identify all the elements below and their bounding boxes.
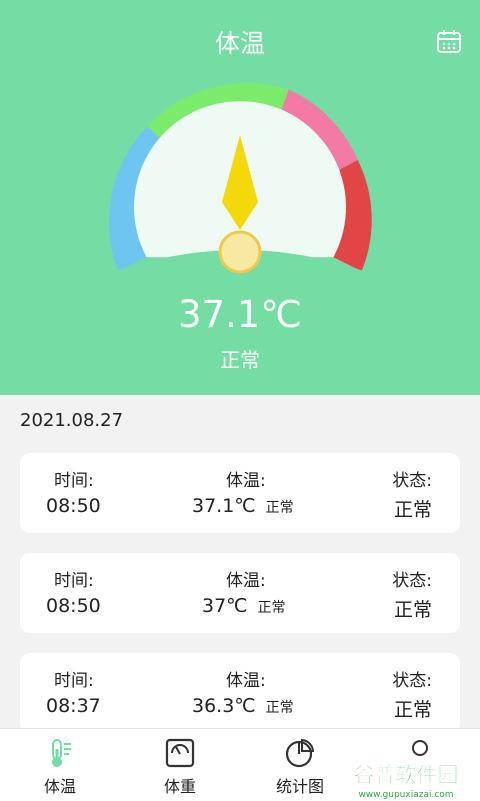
state-label: 状态: bbox=[392, 671, 432, 691]
temp-status: 正常 bbox=[265, 500, 294, 516]
svg-text:谷普软件园: 谷普软件园 bbox=[354, 763, 459, 787]
temp-value: 37℃ bbox=[202, 595, 248, 617]
temp-label: 体温: bbox=[226, 571, 266, 591]
temperature-value: 37.1℃ bbox=[178, 293, 302, 336]
temp-label: 体温: bbox=[226, 671, 266, 691]
scale-icon bbox=[165, 738, 195, 768]
pie-chart-icon bbox=[285, 738, 315, 768]
state-value: 正常 bbox=[393, 699, 432, 721]
temp-value: 36.3℃ bbox=[192, 695, 256, 717]
state-label: 状态: bbox=[392, 571, 432, 591]
temp-status: 正常 bbox=[265, 700, 294, 716]
header: 体温 37.1℃ 正常 bbox=[0, 0, 480, 395]
temp-status: 正常 bbox=[257, 600, 286, 616]
time-value: 08:37 bbox=[46, 695, 101, 717]
thermometer-icon bbox=[52, 739, 71, 767]
state-value: 正常 bbox=[393, 599, 432, 621]
gauge-pivot bbox=[218, 230, 262, 274]
time-label: 时间: bbox=[54, 671, 94, 691]
nav-item-temperature[interactable]: 体温 bbox=[0, 729, 120, 801]
time-value: 08:50 bbox=[46, 595, 101, 617]
state-label: 状态: bbox=[392, 471, 432, 491]
temp-label: 体温: bbox=[226, 471, 266, 491]
temp-value: 37.1℃ bbox=[192, 495, 256, 517]
nav-item-weight[interactable]: 体重 bbox=[120, 729, 240, 801]
state-value: 正常 bbox=[393, 499, 432, 521]
temperature-status: 正常 bbox=[220, 348, 260, 372]
record-date: 2021.08.27 bbox=[20, 410, 124, 431]
nav-label: 体重 bbox=[163, 777, 196, 796]
nav-label: 体温 bbox=[43, 777, 76, 796]
calendar-icon[interactable] bbox=[436, 28, 462, 54]
record-card[interactable]: 时间: 08:37 体温: 36.3℃ 正常 状态: 正常 bbox=[20, 653, 460, 733]
temp-value-row: 37℃ 正常 bbox=[202, 595, 286, 617]
page-title: 体温 bbox=[214, 29, 265, 58]
record-card[interactable]: 时间: 08:50 体温: 37℃ 正常 状态: 正常 bbox=[20, 553, 460, 633]
record-card[interactable]: 时间: 08:50 体温: 37.1℃ 正常 状态: 正常 bbox=[20, 453, 460, 533]
temp-value-row: 36.3℃ 正常 bbox=[192, 695, 294, 717]
time-label: 时间: bbox=[54, 571, 94, 591]
time-value: 08:50 bbox=[46, 495, 101, 517]
temperature-gauge bbox=[105, 82, 375, 290]
watermark-logo: 谷普软件园 www.gupuxiazai.com bbox=[332, 756, 480, 800]
record-list: 时间: 08:50 体温: 37.1℃ 正常 状态: 正常 时间: 08:50 体… bbox=[20, 453, 460, 753]
svg-text:www.gupuxiazai.com: www.gupuxiazai.com bbox=[358, 790, 453, 800]
time-label: 时间: bbox=[54, 471, 94, 491]
temp-value-row: 37.1℃ 正常 bbox=[192, 495, 294, 517]
